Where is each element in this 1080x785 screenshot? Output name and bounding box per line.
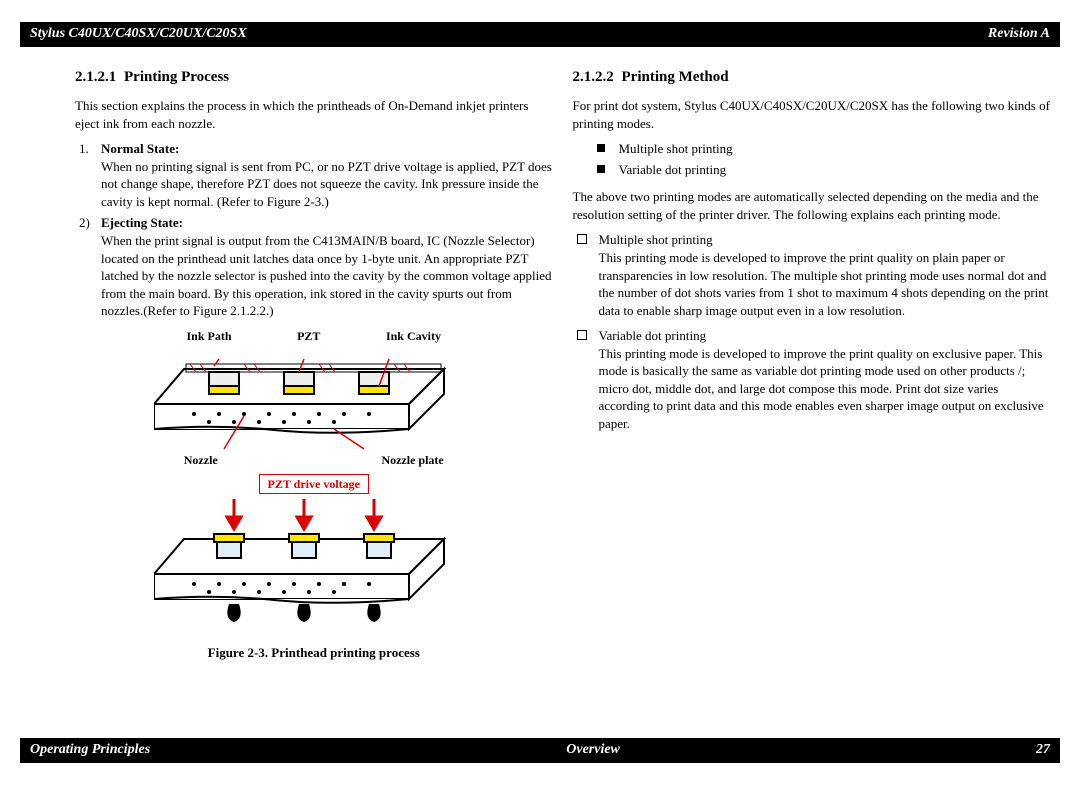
mode-label: Multiple shot printing (619, 140, 733, 158)
label-nozzle-plate: Nozzle plate (381, 452, 443, 468)
diagram-mid-labels: Nozzle Nozzle plate (154, 452, 474, 468)
square-bullet-icon (597, 165, 605, 173)
list-item-variable-dot: Variable dot printing This printing mode… (577, 327, 1051, 432)
right-column: 2.1.2.2 Printing Method For print dot sy… (573, 67, 1051, 662)
list-item: Variable dot printing (597, 161, 1051, 179)
label-nozzle: Nozzle (184, 452, 218, 468)
mode-label: Variable dot printing (619, 161, 727, 179)
section-number: 2.1.2.1 (75, 69, 116, 85)
square-bullet-icon (597, 144, 605, 152)
list-item-multiple-shot: Multiple shot printing This printing mod… (577, 231, 1051, 319)
header-left: Stylus C40UX/C40SX/C20UX/C20SX (30, 25, 247, 44)
section-intro: For print dot system, Stylus C40UX/C40SX… (573, 97, 1051, 132)
item-label: Normal State: (101, 140, 553, 158)
label-ink-path: Ink Path (187, 328, 232, 344)
diagram-drive-label: PZT drive voltage (154, 476, 474, 492)
diagram-normal-state-icon (154, 344, 474, 464)
label-pzt-drive-voltage: PZT drive voltage (259, 474, 369, 494)
page-header: Stylus C40UX/C40SX/C20UX/C20SX Revision … (20, 22, 1060, 47)
footer-center: Overview (566, 741, 620, 760)
item-text: When no printing signal is sent from PC,… (101, 158, 553, 211)
item-label: Ejecting State: (101, 214, 553, 232)
item-text: When the print signal is output from the… (101, 232, 553, 320)
section-title: Printing Process (124, 69, 229, 85)
item-number: 1. (79, 140, 101, 210)
page-footer: Operating Principles Overview 27 (20, 738, 1060, 763)
section-heading-left: 2.1.2.1 Printing Process (75, 67, 553, 87)
footer-left: Operating Principles (30, 741, 150, 760)
footer-right: 27 (1036, 741, 1050, 760)
label-pzt: PZT (297, 328, 320, 344)
modes-explain: The above two printing modes are automat… (573, 188, 1051, 223)
hollow-square-icon (577, 234, 587, 244)
detail-title: Variable dot printing (599, 327, 1051, 345)
figure-printhead: Ink Path PZT Ink Cavity (75, 328, 553, 662)
detail-text: This printing mode is developed to impro… (599, 345, 1051, 433)
detail-title: Multiple shot printing (599, 231, 1051, 249)
label-ink-cavity: Ink Cavity (386, 328, 441, 344)
detail-text: This printing mode is developed to impro… (599, 249, 1051, 319)
section-number: 2.1.2.2 (573, 69, 614, 85)
section-title: Printing Method (622, 69, 729, 85)
list-item: Multiple shot printing (597, 140, 1051, 158)
left-column: 2.1.2.1 Printing Process This section ex… (75, 67, 553, 662)
modes-list: Multiple shot printing Variable dot prin… (573, 140, 1051, 178)
section-intro: This section explains the process in whi… (75, 97, 553, 132)
diagram-ejecting-state-icon (154, 494, 474, 634)
diagram-top-labels: Ink Path PZT Ink Cavity (154, 328, 474, 344)
item-number: 2) (79, 214, 101, 319)
header-right: Revision A (988, 25, 1050, 44)
page-content: 2.1.2.1 Printing Process This section ex… (0, 47, 1080, 662)
details-list: Multiple shot printing This printing mod… (573, 231, 1051, 432)
section-heading-right: 2.1.2.2 Printing Method (573, 67, 1051, 87)
list-item-normal-state: 1. Normal State: When no printing signal… (75, 140, 553, 210)
figure-caption: Figure 2-3. Printhead printing process (75, 644, 553, 662)
hollow-square-icon (577, 330, 587, 340)
list-item-ejecting-state: 2) Ejecting State: When the print signal… (75, 214, 553, 319)
